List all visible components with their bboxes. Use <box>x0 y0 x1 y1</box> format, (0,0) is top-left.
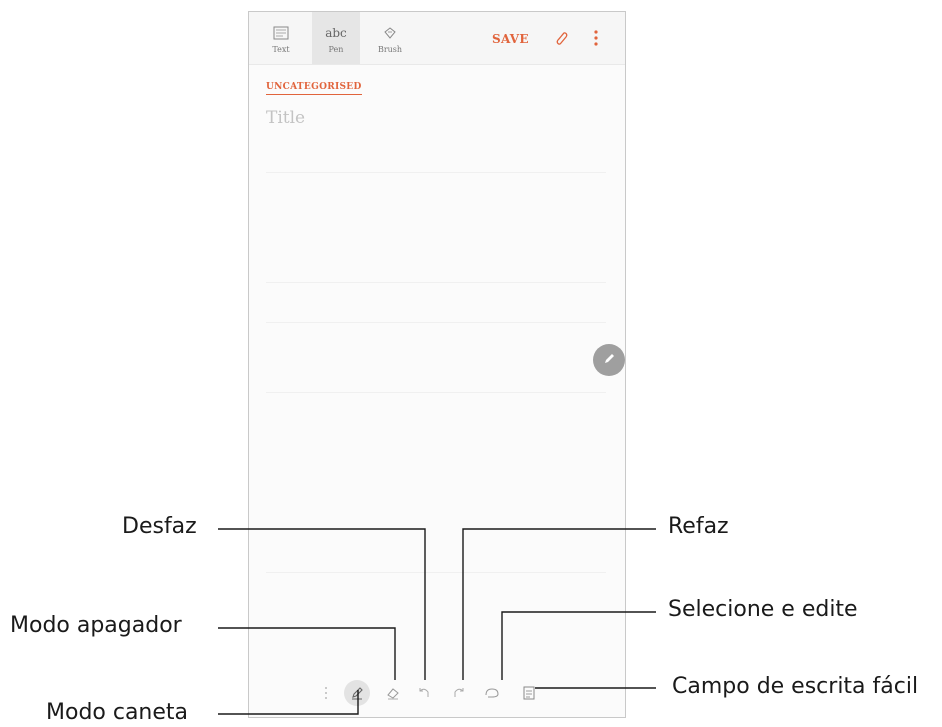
callout-select: Selecione e edite <box>668 597 858 622</box>
callout-redo: Refaz <box>668 514 729 539</box>
callout-eraser: Modo apagador <box>10 613 182 638</box>
callout-pen: Modo caneta <box>46 700 189 725</box>
callout-easy-writing: Campo de escrita fácil <box>672 674 919 699</box>
callout-undo: Desfaz <box>122 514 197 539</box>
